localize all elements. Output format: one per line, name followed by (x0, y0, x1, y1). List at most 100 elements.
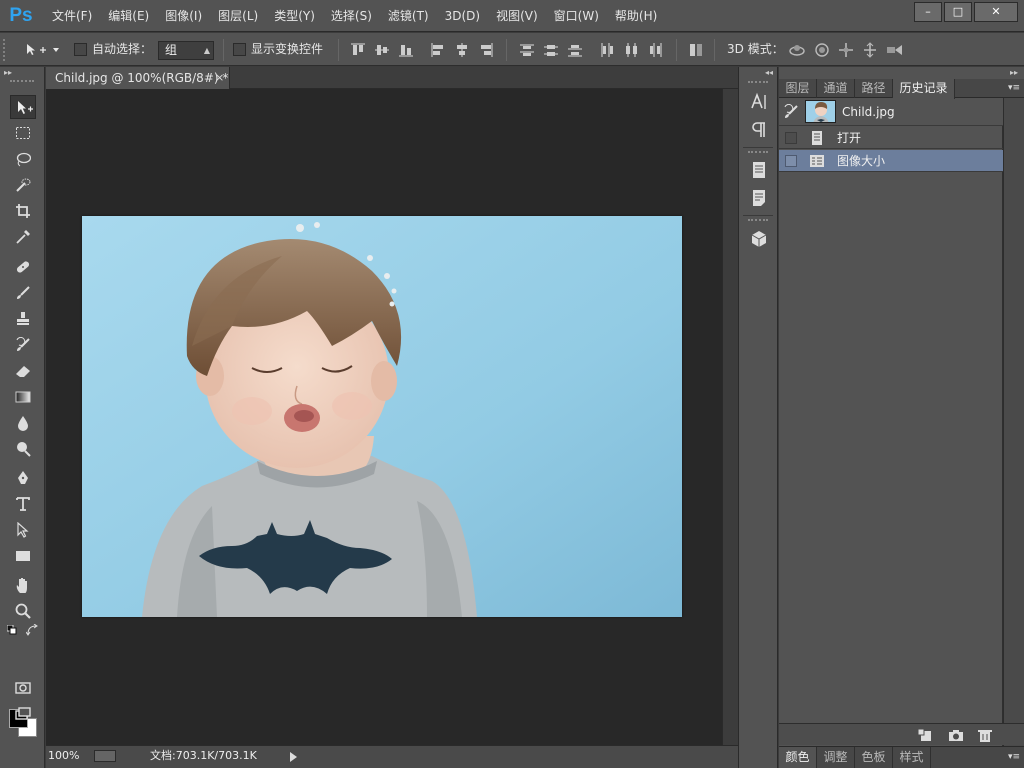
align-top-icon[interactable] (350, 42, 366, 58)
history-scrollbar[interactable] (1003, 98, 1024, 768)
panel-collapse-arrows-icon[interactable]: ▸▸ (1010, 68, 1018, 77)
path-select-tool[interactable] (10, 518, 36, 542)
distribute-left-icon[interactable] (599, 42, 615, 58)
align-right-icon[interactable] (478, 42, 494, 58)
auto-select-dropdown[interactable]: 组 ▲ (158, 41, 214, 60)
move-tool-preset-icon[interactable] (24, 42, 60, 58)
history-brush-tool[interactable] (10, 333, 36, 357)
3d-slide-icon[interactable] (861, 42, 879, 58)
auto-select-checkbox[interactable] (74, 43, 87, 56)
3d-panel-button[interactable] (748, 228, 770, 250)
history-state-image-size[interactable]: 图像大小 (779, 150, 1003, 172)
maximize-button[interactable]: □ (944, 2, 972, 22)
clone-stamp-tool[interactable] (10, 307, 36, 331)
distribute-vcenter-icon[interactable] (543, 42, 559, 58)
distribute-hcenter-icon[interactable] (623, 42, 639, 58)
blur-tool[interactable] (10, 411, 36, 435)
collapse-arrows-icon[interactable]: ▸▸ (4, 68, 12, 77)
history-brush-source-icon[interactable] (783, 104, 799, 120)
menu-filter[interactable]: 滤镜(T) (380, 0, 437, 32)
healing-brush-tool[interactable] (10, 255, 36, 279)
lasso-tool[interactable] (10, 147, 36, 171)
gradient-tool[interactable] (10, 385, 36, 409)
show-transform-checkbox[interactable] (233, 43, 246, 56)
menu-edit[interactable]: 编辑(E) (100, 0, 157, 32)
menu-window[interactable]: 窗口(W) (546, 0, 607, 32)
menu-image[interactable]: 图像(I) (157, 0, 210, 32)
align-bottom-icon[interactable] (398, 42, 414, 58)
marquee-tool[interactable] (10, 121, 36, 145)
dock-grip[interactable] (748, 151, 768, 154)
document-tab-close-icon[interactable]: × (215, 67, 229, 89)
quick-select-tool[interactable] (10, 173, 36, 197)
align-hcenter-icon[interactable] (454, 42, 470, 58)
properties-panel-button[interactable] (748, 159, 770, 181)
dock-grip[interactable] (748, 219, 768, 222)
eraser-tool[interactable] (10, 359, 36, 383)
notes-panel-button[interactable] (748, 187, 770, 209)
tab-styles[interactable]: 样式 (893, 747, 931, 768)
status-bar-info-icon[interactable] (94, 750, 116, 762)
tab-adjustments[interactable]: 调整 (817, 747, 855, 768)
menu-type[interactable]: 类型(Y) (266, 0, 323, 32)
rectangle-tool[interactable] (10, 544, 36, 568)
tab-layers[interactable]: 图层 (779, 79, 817, 98)
panel-menu-icon[interactable]: ▾≡ (1008, 83, 1020, 93)
tab-channels[interactable]: 通道 (817, 79, 855, 98)
distribute-bottom-icon[interactable] (567, 42, 583, 58)
trash-icon[interactable] (977, 728, 993, 742)
tools-grip[interactable] (10, 80, 34, 83)
distribute-right-icon[interactable] (647, 42, 663, 58)
crop-tool[interactable] (10, 199, 36, 223)
close-button[interactable]: ✕ (974, 2, 1018, 22)
history-snapshot[interactable]: Child.jpg (779, 98, 1003, 126)
options-bar-grip[interactable] (3, 39, 9, 61)
menu-help[interactable]: 帮助(H) (607, 0, 665, 32)
status-menu-arrow-icon[interactable] (290, 752, 297, 762)
default-colors-icon[interactable] (7, 625, 17, 635)
3d-pan-icon[interactable] (837, 42, 855, 58)
character-panel-button[interactable] (748, 91, 770, 113)
3d-scale-icon[interactable] (885, 42, 905, 58)
tab-history[interactable]: 历史记录 (893, 79, 955, 99)
brush-tool[interactable] (10, 281, 36, 305)
screen-mode-tool[interactable] (10, 702, 36, 726)
camera-icon[interactable] (948, 728, 964, 742)
document-image[interactable] (82, 216, 682, 617)
align-vcenter-icon[interactable] (374, 42, 390, 58)
tab-color[interactable]: 颜色 (779, 747, 817, 768)
bottom-panel-menu-icon[interactable]: ▾≡ (1008, 752, 1020, 762)
tab-paths[interactable]: 路径 (855, 79, 893, 98)
new-document-from-state-icon[interactable] (917, 728, 933, 742)
document-tab[interactable]: Child.jpg @ 100%(RGB/8#) * (46, 67, 230, 89)
menu-file[interactable]: 文件(F) (44, 0, 100, 32)
paragraph-panel-button[interactable] (748, 119, 770, 141)
menu-select[interactable]: 选择(S) (323, 0, 380, 32)
dodge-tool[interactable] (10, 437, 36, 461)
history-state-checkbox[interactable] (785, 132, 797, 144)
history-state-open[interactable]: 打开 (779, 127, 1003, 149)
history-state-checkbox[interactable] (785, 155, 797, 167)
zoom-level[interactable]: 100% (48, 746, 79, 766)
minimize-button[interactable]: – (914, 2, 942, 22)
move-tool[interactable] (10, 95, 36, 119)
align-left-icon[interactable] (430, 42, 446, 58)
menu-view[interactable]: 视图(V) (488, 0, 546, 32)
dock-collapse-arrows-icon[interactable]: ◂◂ (765, 68, 773, 77)
pen-tool[interactable] (10, 466, 36, 490)
menu-layer[interactable]: 图层(L) (210, 0, 266, 32)
menu-3d[interactable]: 3D(D) (437, 0, 488, 32)
distribute-top-icon[interactable] (519, 42, 535, 58)
canvas-vertical-scrollbar[interactable] (722, 89, 738, 745)
zoom-tool[interactable] (10, 599, 36, 623)
hand-tool[interactable] (10, 573, 36, 597)
type-tool[interactable] (10, 492, 36, 516)
quick-mask-tool[interactable] (10, 676, 36, 700)
tab-swatches[interactable]: 色板 (855, 747, 893, 768)
swap-colors-icon[interactable] (26, 624, 38, 636)
dock-grip[interactable] (748, 81, 768, 84)
3d-rotate-icon[interactable] (788, 42, 806, 58)
3d-roll-icon[interactable] (813, 42, 831, 58)
auto-align-layers-icon[interactable] (688, 42, 704, 58)
eyedropper-tool[interactable] (10, 225, 36, 249)
